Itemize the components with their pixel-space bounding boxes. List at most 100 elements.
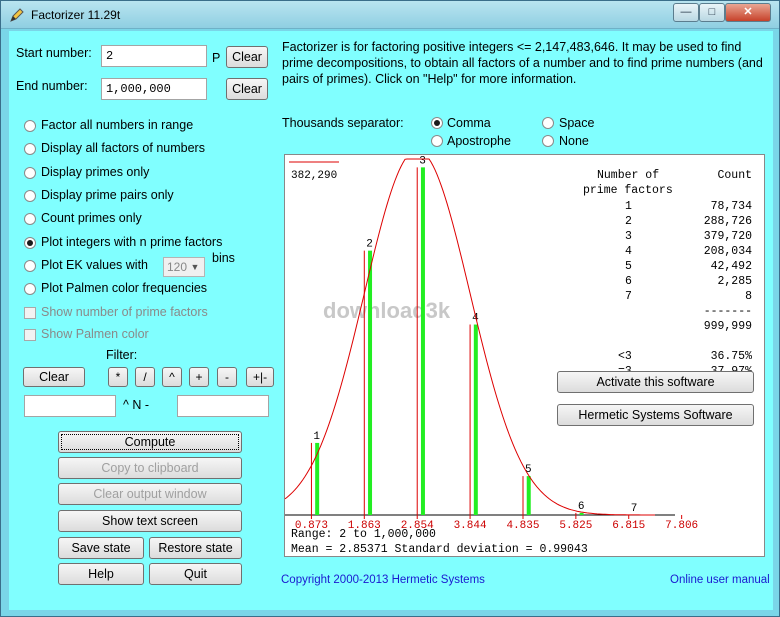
filter-left-input[interactable] xyxy=(24,395,116,417)
mode-label-6: Plot integers with n prime factors xyxy=(41,235,223,249)
thousands-separator-label: Thousands separator: xyxy=(282,116,404,130)
table-row-count-2: 288,726 xyxy=(703,215,752,228)
x-tick-label-4: 3.844 xyxy=(454,520,487,532)
table-extra1-label: <3 xyxy=(618,350,632,363)
stats-text: Mean = 2.85371 Standard deviation = 0.99… xyxy=(291,543,588,556)
description-text: Factorizer is for factoring positive int… xyxy=(282,40,763,86)
table-row-n-2: 2 xyxy=(625,215,632,228)
pencil-icon xyxy=(10,8,24,22)
clear-end-button[interactable]: Clear xyxy=(226,78,268,100)
restore-state-button[interactable]: Restore state xyxy=(149,537,242,559)
table-row-count-6: 2,285 xyxy=(717,275,752,288)
separator-space-radio[interactable] xyxy=(542,117,554,129)
bar-3 xyxy=(420,167,425,516)
table-row-count-1: 78,734 xyxy=(710,200,752,213)
bar-4 xyxy=(473,324,478,515)
factor-count-chart: 382,290download3k0.873 1.863 2.854 3.844 4.8… xyxy=(285,155,698,532)
show-text-screen-button[interactable]: Show text screen xyxy=(58,510,242,532)
separator-none-radio[interactable] xyxy=(542,135,554,147)
x-tick-label-8: 7.806 xyxy=(665,520,698,532)
separator-apostrophe-label: Apostrophe xyxy=(447,134,511,148)
mode-label-7: Plot EK values with xyxy=(41,258,148,272)
separator-apostrophe-radio[interactable] xyxy=(431,135,443,147)
filter-middle-text: ^ N - xyxy=(123,398,150,412)
show-palmen-color-checkbox[interactable] xyxy=(24,329,36,341)
bar-6 xyxy=(579,512,584,515)
copy-to-clipboard-button[interactable]: Copy to clipboard xyxy=(58,457,242,479)
table-separator: ------- xyxy=(703,305,752,318)
output-panel[interactable]: 382,290 download3k 0.873 1.863 2.854 3.844 4.8… xyxy=(284,154,765,557)
mode-label-1: Factor all numbers in range xyxy=(41,118,194,132)
mode-label-5: Count primes only xyxy=(41,211,142,225)
minimize-button[interactable]: — xyxy=(673,3,699,22)
mode-label-2: Display all factors of numbers xyxy=(41,141,205,155)
table-row-n-7: 7 xyxy=(625,290,632,303)
x-tick-label-6: 5.825 xyxy=(559,520,592,532)
chevron-down-icon: ▼ xyxy=(190,262,200,272)
table-row-count-5: 42,492 xyxy=(710,260,752,273)
mode-radio-4[interactable] xyxy=(24,190,36,202)
clear-output-button[interactable]: Clear output window xyxy=(58,483,242,505)
online-manual-link[interactable]: Online user manual xyxy=(670,574,770,586)
filter-op-button-5[interactable]: - xyxy=(217,367,237,387)
filter-op-button-6[interactable]: +|- xyxy=(246,367,274,387)
app-window: Factorizer 11.29t — □ ✕ Start number: 2 … xyxy=(0,0,780,617)
end-number-input[interactable]: 1,000,000 xyxy=(101,78,207,100)
table-row-n-3: 3 xyxy=(625,230,632,243)
filter-op-button-1[interactable]: * xyxy=(108,367,128,387)
save-state-button[interactable]: Save state xyxy=(58,537,144,559)
bar-5 xyxy=(526,476,531,515)
quit-button[interactable]: Quit xyxy=(149,563,242,585)
ek-bins-value: 120 xyxy=(167,260,188,274)
maximize-button[interactable]: □ xyxy=(699,3,725,22)
filter-op-button-4[interactable]: + xyxy=(189,367,209,387)
hermetic-systems-button[interactable]: Hermetic Systems Software xyxy=(557,404,754,426)
start-number-input[interactable]: 2 xyxy=(101,45,207,67)
mode-label-4: Display prime pairs only xyxy=(41,188,174,202)
table-header-2: prime factors xyxy=(583,184,673,197)
clear-start-button[interactable]: Clear xyxy=(226,46,268,68)
mode-radio-7[interactable] xyxy=(24,260,36,272)
separator-comma-label: Comma xyxy=(447,116,491,130)
p-label: P xyxy=(212,51,221,65)
start-number-label: Start number: xyxy=(16,46,92,60)
table-row-count-7: 8 xyxy=(745,290,752,303)
title-bar[interactable]: Factorizer 11.29t — □ ✕ xyxy=(1,1,779,29)
table-header-1: Number of xyxy=(597,169,660,182)
x-tick-label-5: 4.835 xyxy=(506,520,539,532)
close-button[interactable]: ✕ xyxy=(725,3,771,22)
mode-radio-5[interactable] xyxy=(24,213,36,225)
mode-radio-1[interactable] xyxy=(24,120,36,132)
copyright-link[interactable]: Copyright 2000-2013 Hermetic Systems xyxy=(281,574,485,586)
mode-radio-6[interactable] xyxy=(24,237,36,249)
bar-label-2: 2 xyxy=(366,239,373,251)
separator-space-label: Space xyxy=(559,116,595,130)
compute-button[interactable]: Compute xyxy=(58,431,242,453)
mode-radio-8[interactable] xyxy=(24,283,36,295)
table-row-n-6: 6 xyxy=(625,275,632,288)
ek-bins-select[interactable]: 120 ▼ xyxy=(163,257,205,277)
show-prime-factors-label: Show number of prime factors xyxy=(41,305,208,319)
bins-label: bins xyxy=(212,251,235,265)
help-button[interactable]: Help xyxy=(58,563,144,585)
mode-radio-2[interactable] xyxy=(24,143,36,155)
filter-label: Filter: xyxy=(106,348,138,362)
filter-clear-button[interactable]: Clear xyxy=(23,367,85,387)
table-row-count-3: 379,720 xyxy=(703,230,752,243)
separator-comma-radio[interactable] xyxy=(431,117,443,129)
main-panel: Start number: 2 P Clear End number: 1,00… xyxy=(9,31,773,610)
table-total: 999,999 xyxy=(703,320,752,333)
bar-2 xyxy=(368,250,373,516)
filter-right-input[interactable] xyxy=(177,395,269,417)
filter-op-button-3[interactable]: ^ xyxy=(162,367,182,387)
table-row-n-5: 5 xyxy=(625,260,632,273)
table-row-count-4: 208,034 xyxy=(703,245,752,258)
activate-software-button[interactable]: Activate this software xyxy=(557,371,754,393)
mode-radio-3[interactable] xyxy=(24,167,36,179)
show-prime-factors-checkbox[interactable] xyxy=(24,307,36,319)
bar-label-7: 7 xyxy=(631,503,638,515)
range-text: Range: 2 to 1,000,000 xyxy=(291,528,436,541)
show-palmen-color-label: Show Palmen color xyxy=(41,327,149,341)
filter-op-button-2[interactable]: / xyxy=(135,367,155,387)
separator-none-label: None xyxy=(559,134,589,148)
